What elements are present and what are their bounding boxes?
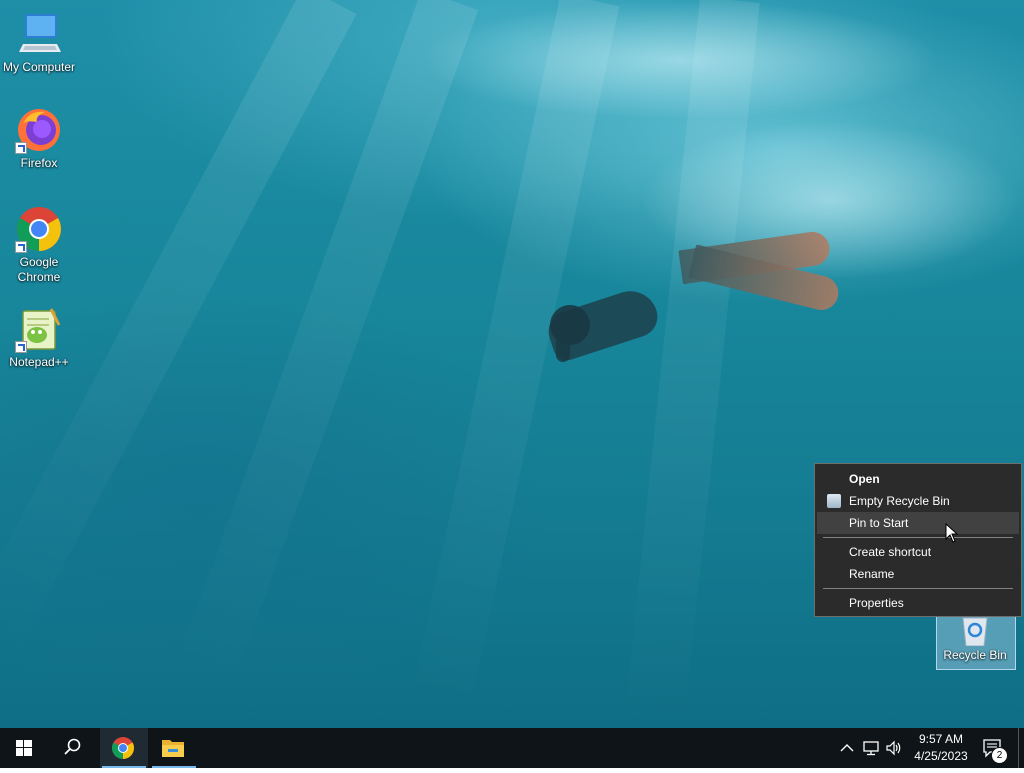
shortcut-arrow-icon <box>15 341 27 353</box>
desktop[interactable]: My Computer Firefox Google Chrome Notepa… <box>0 0 1024 728</box>
taskbar-clock[interactable]: 9:57 AM 4/25/2023 <box>905 731 977 765</box>
menu-item-label: Pin to Start <box>849 516 909 530</box>
light-ray <box>172 0 479 695</box>
desktop-icon-label: Firefox <box>20 156 58 170</box>
chrome-icon <box>15 205 63 253</box>
context-menu-open[interactable]: Open <box>817 468 1019 490</box>
volume-icon[interactable] <box>885 739 903 757</box>
shortcut-arrow-icon <box>15 241 27 253</box>
menu-item-label: Open <box>849 472 880 486</box>
firefox-icon <box>15 106 63 154</box>
desktop-icon-recycle-bin[interactable]: Recycle Bin <box>937 616 1013 663</box>
desktop-icon-label: Recycle Bin <box>943 648 1007 662</box>
recycle-bin-small-icon <box>827 494 841 508</box>
computer-icon <box>15 10 63 58</box>
recycle-bin-icon <box>958 616 992 647</box>
menu-separator <box>823 537 1013 538</box>
search-button[interactable] <box>48 728 96 768</box>
context-menu-properties[interactable]: Properties <box>817 592 1019 614</box>
context-menu-empty-recycle-bin[interactable]: Empty Recycle Bin <box>817 490 1019 512</box>
chrome-icon <box>112 737 134 759</box>
clock-time: 9:57 AM <box>918 732 964 746</box>
mouse-cursor-icon <box>945 523 959 543</box>
taskbar: 9:57 AM 4/25/2023 2 <box>0 728 1024 768</box>
show-desktop-button[interactable] <box>1018 728 1019 768</box>
clock-date: 4/25/2023 <box>914 749 968 763</box>
desktop-icon-label: My Computer <box>2 60 76 74</box>
desktop-icon-notepad-plus-plus[interactable]: Notepad++ <box>1 305 77 370</box>
menu-item-label: Rename <box>849 567 895 581</box>
desktop-icon-firefox[interactable]: Firefox <box>1 106 77 171</box>
taskbar-file-explorer[interactable] <box>150 728 198 768</box>
network-icon[interactable] <box>862 739 880 757</box>
context-menu-pin-to-start[interactable]: Pin to Start <box>817 512 1019 534</box>
taskbar-chrome[interactable] <box>100 728 148 768</box>
chevron-up-icon[interactable] <box>838 739 856 757</box>
menu-item-label: Empty Recycle Bin <box>849 494 950 508</box>
context-menu-create-shortcut[interactable]: Create shortcut <box>817 541 1019 563</box>
context-menu: Open Empty Recycle Bin Pin to Start Crea… <box>814 463 1022 617</box>
search-icon <box>64 738 81 755</box>
menu-item-label: Create shortcut <box>849 545 932 559</box>
shortcut-arrow-icon <box>15 142 27 154</box>
file-explorer-icon <box>162 740 184 757</box>
action-center-button[interactable] <box>970 728 1014 768</box>
notepad-plus-plus-icon <box>15 305 63 353</box>
desktop-icon-google-chrome[interactable]: Google Chrome <box>1 205 77 285</box>
notification-count-badge: 2 <box>991 747 1008 764</box>
windows-logo-icon <box>16 740 32 756</box>
menu-separator <box>823 588 1013 589</box>
start-button[interactable] <box>0 728 48 768</box>
desktop-icon-label: Google Chrome <box>17 255 61 284</box>
desktop-icon-label: Notepad++ <box>9 355 69 369</box>
diver-arm <box>556 330 570 362</box>
wave-foam <box>420 0 940 120</box>
desktop-icon-my-computer[interactable]: My Computer <box>1 10 77 75</box>
notification-icon <box>983 739 1001 758</box>
context-menu-rename[interactable]: Rename <box>817 563 1019 585</box>
menu-item-label: Properties <box>849 596 904 610</box>
